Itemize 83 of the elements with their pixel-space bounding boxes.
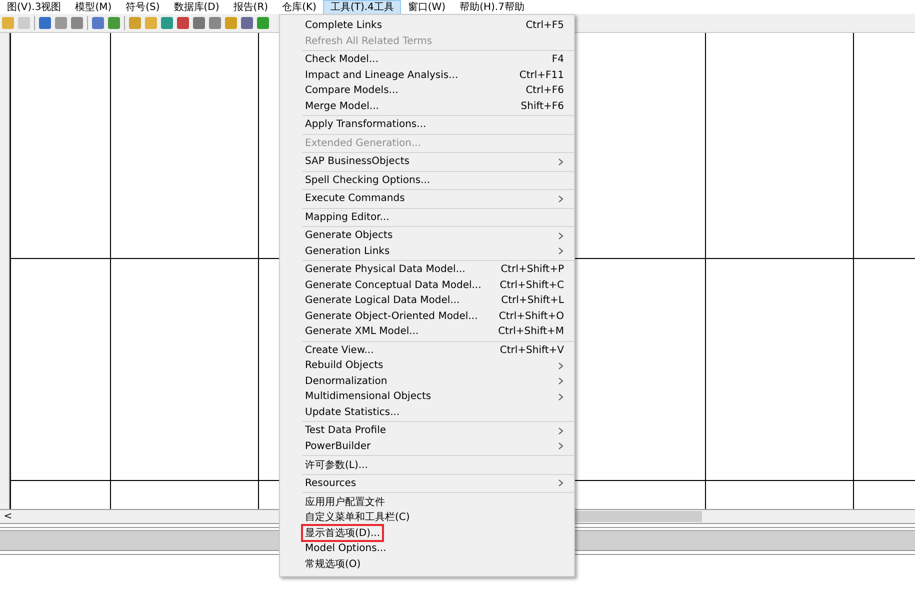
- menu-item-label: 常规选项(O): [304, 558, 362, 572]
- menu-item[interactable]: Generate Logical Data Model... Ctrl+Shift+L: [302, 293, 574, 308]
- shortcut-text: Ctrl+F6: [526, 85, 564, 96]
- menu-item[interactable]: Generate Conceptual Data Model... Ctrl+Shift+C: [302, 278, 574, 293]
- menu-item-label: Rebuild Objects: [304, 359, 384, 374]
- menu-item-label: Execute Commands: [304, 192, 406, 206]
- menu-item[interactable]: Impact and Lineage Analysis... Ctrl+F11: [302, 68, 574, 83]
- menu-item-label: 自定义菜单和工具栏(C): [304, 510, 411, 526]
- menu-bar-item[interactable]: 仓库(K): [275, 0, 324, 14]
- shortcut-text: Ctrl+Shift+O: [498, 310, 564, 322]
- menu-item-label: Complete Links: [304, 19, 384, 34]
- menu-item-label: Generate Logical Data Model...: [304, 294, 461, 308]
- menu-bar-item[interactable]: 窗口(W): [400, 0, 453, 14]
- menu-item-label: 许可参数(L)...: [304, 458, 369, 473]
- menu-item-label: Impact and Lineage Analysis...: [304, 68, 460, 83]
- menu-item[interactable]: Rebuild Objects: [302, 358, 574, 374]
- menu-item[interactable]: 显示首选项(D)...: [302, 525, 574, 540]
- menu-item-label: Denormalization: [304, 374, 388, 389]
- menu-item-label: Generate Physical Data Model...: [304, 263, 466, 278]
- menu-item[interactable]: Generate Object-Oriented Model... Ctrl+Shift+O: [302, 308, 574, 324]
- menu-item-label: Test Data Profile: [304, 424, 388, 438]
- shortcut-text: Ctrl+Shift+L: [501, 295, 564, 306]
- menu-item-label: 应用用户配置文件: [304, 496, 386, 510]
- menu-item[interactable]: Resources: [302, 476, 574, 491]
- menu-item-label: Compare Models...: [304, 84, 400, 98]
- menu-item-label: Generate Objects: [304, 229, 394, 244]
- menu-item[interactable]: Spell Checking Options...: [302, 172, 574, 188]
- shortcut-text: Ctrl+Shift+V: [500, 344, 564, 356]
- menu-item-label: Mapping Editor...: [304, 210, 390, 225]
- menu-bar-item[interactable]: 帮助(H).7帮助: [452, 0, 532, 14]
- menu-item-label: Create View...: [304, 344, 375, 358]
- menu-bar-item[interactable]: 报告(R): [226, 0, 276, 14]
- menu-item[interactable]: Test Data Profile: [302, 423, 574, 438]
- menu-item-label: Generate Object-Oriented Model...: [304, 310, 479, 324]
- menu-bar-item[interactable]: 数据库(D): [166, 0, 226, 14]
- menu-item-label: Refresh All Related Terms: [304, 34, 434, 49]
- shortcut-text: Ctrl+F11: [519, 70, 564, 81]
- menu-bar-item[interactable]: 图(V).3视图: [0, 0, 68, 14]
- menu-item[interactable]: Update Statistics...: [302, 404, 574, 420]
- menu-item-label: Apply Transformations...: [304, 118, 428, 132]
- menu-item[interactable]: SAP BusinessObjects: [302, 154, 574, 170]
- menu-item-label: Multidimensional Objects: [304, 390, 432, 404]
- menu-item-label: 显示首选项(D)...: [301, 524, 384, 542]
- menu-item-label: Merge Model...: [304, 100, 380, 114]
- shortcut-text: Ctrl+Shift+P: [500, 264, 564, 276]
- menu-item[interactable]: Mapping Editor...: [302, 210, 574, 225]
- shortcut-text: Ctrl+F5: [526, 20, 564, 32]
- menu-item[interactable]: Generate XML Model... Ctrl+Shift+M: [302, 324, 574, 340]
- menu-item-label: Generate XML Model...: [304, 325, 420, 340]
- menu-item[interactable]: Merge Model... Shift+F6: [302, 98, 574, 114]
- menu-item[interactable]: Execute Commands: [302, 191, 574, 206]
- menu-item[interactable]: 常规选项(O): [302, 556, 574, 572]
- menu-item-label: Spell Checking Options...: [304, 174, 432, 188]
- menu-item[interactable]: Create View... Ctrl+Shift+V: [302, 342, 574, 358]
- menu-bar-item[interactable]: 模型(M): [68, 0, 119, 14]
- menu-item-label: Model Options...: [304, 542, 388, 556]
- menu-bar-item[interactable]: 符号(S): [118, 0, 167, 14]
- menu-item[interactable]: Model Options...: [302, 540, 574, 556]
- shortcut-text: Ctrl+Shift+M: [498, 326, 564, 338]
- menu-item-label: Extended Generation...: [304, 136, 422, 151]
- menu-item[interactable]: Generate Objects: [302, 228, 574, 244]
- menu-item[interactable]: Generation Links: [302, 244, 574, 259]
- menu-bar-item[interactable]: 工具(T).4工具: [323, 0, 401, 14]
- menu-item[interactable]: 应用用户配置文件: [302, 494, 574, 510]
- shortcut-text: Shift+F6: [520, 100, 564, 112]
- menu-item[interactable]: Multidimensional Objects: [302, 389, 574, 404]
- menu-item-label: Resources: [304, 476, 358, 491]
- shortcut-text: Ctrl+Shift+C: [500, 280, 564, 291]
- menu-item-label: Update Statistics...: [304, 406, 401, 420]
- menu-item[interactable]: 自定义菜单和工具栏(C): [302, 510, 574, 525]
- shortcut-text: F4: [552, 54, 564, 66]
- menu-item-label: SAP BusinessObjects: [304, 155, 410, 170]
- menu-item[interactable]: Generate Physical Data Model... Ctrl+Shift+P: [302, 262, 574, 278]
- menu-item-label: Generate Conceptual Data Model...: [304, 278, 482, 293]
- menu-item[interactable]: PowerBuilder: [302, 438, 574, 454]
- menu-item[interactable]: 许可参数(L)...: [302, 457, 574, 472]
- menu-item[interactable]: Compare Models... Ctrl+F6: [302, 83, 574, 98]
- menu-item[interactable]: Check Model... F4: [302, 52, 574, 68]
- menu-item-label: Check Model...: [304, 53, 380, 68]
- menu-item-label: Generation Links: [304, 244, 391, 259]
- menu-item[interactable]: Denormalization: [302, 374, 574, 389]
- menu-item[interactable]: Apply Transformations...: [302, 117, 574, 132]
- menu-item-label: PowerBuilder: [304, 440, 372, 454]
